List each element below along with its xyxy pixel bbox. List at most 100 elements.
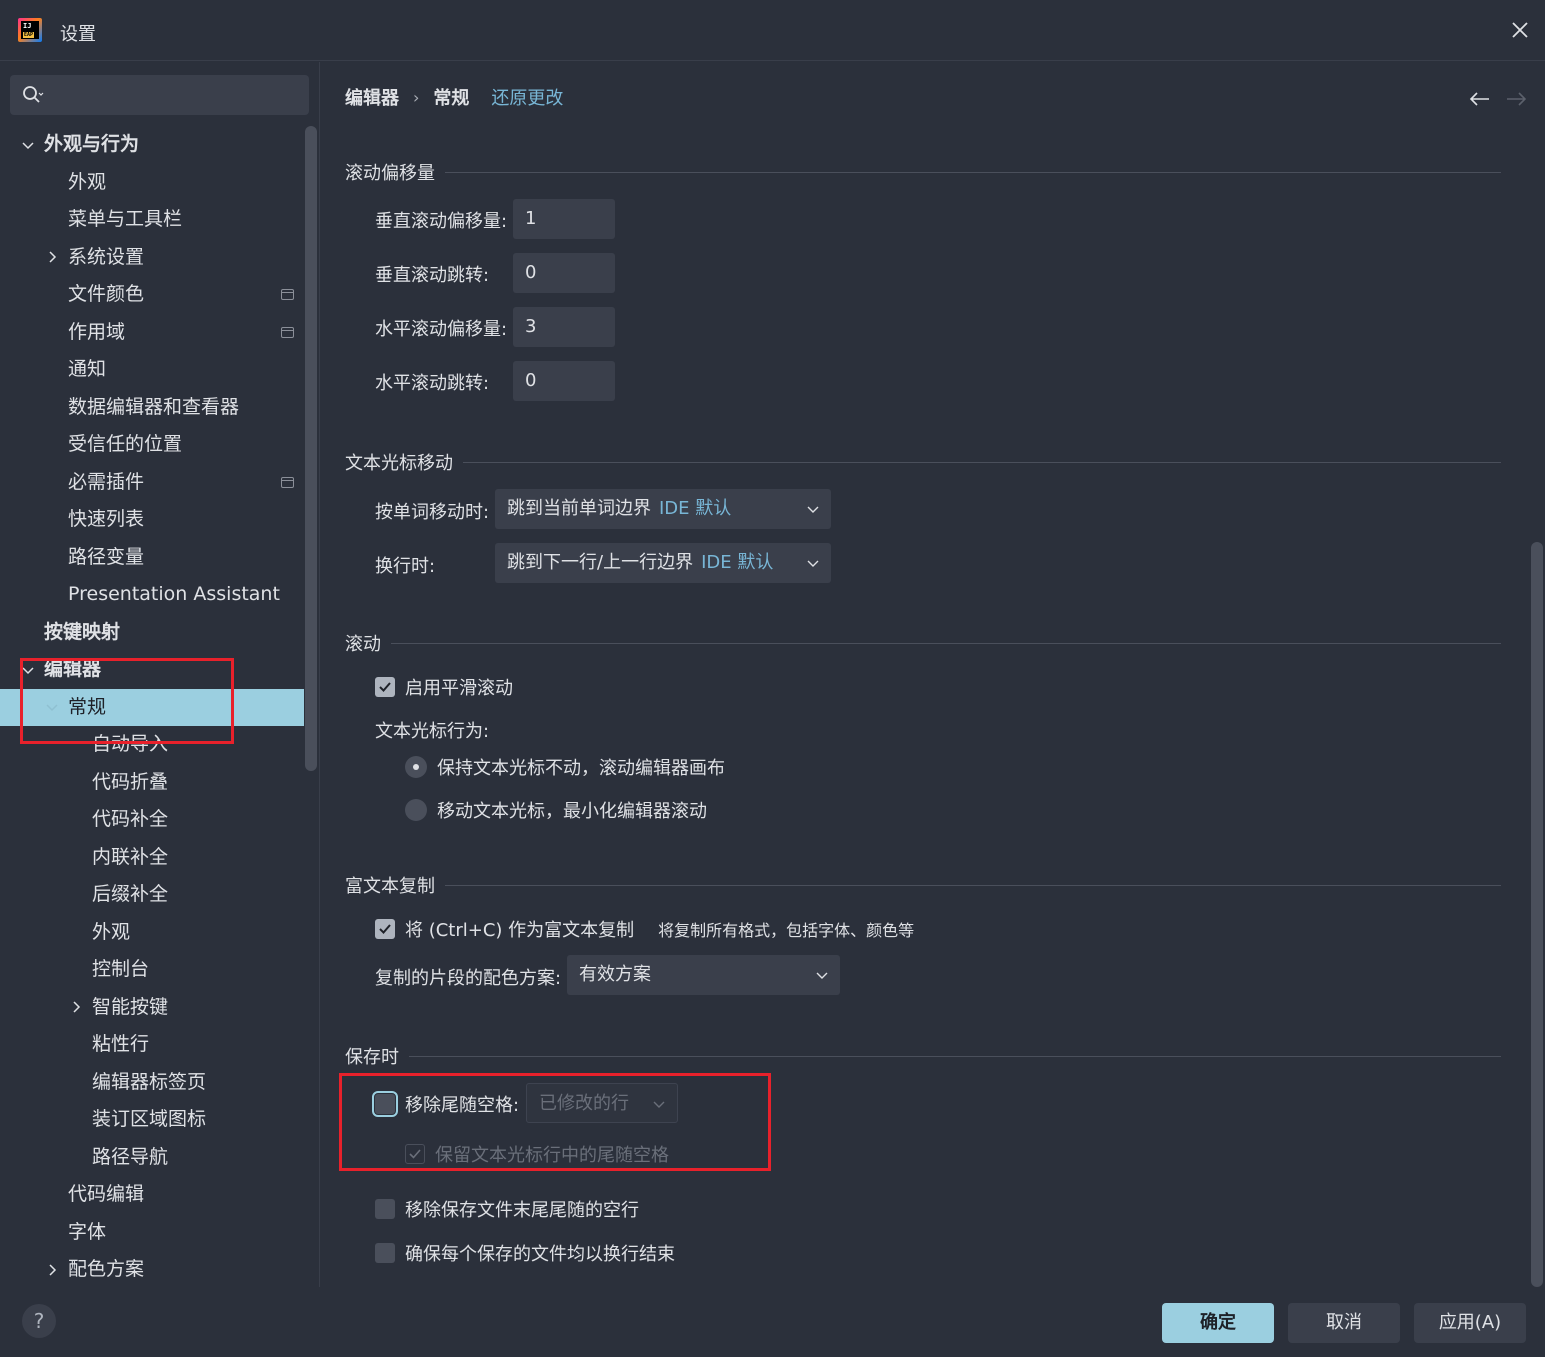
strip-trailing-spaces-checkbox[interactable]: [372, 1091, 398, 1117]
remove-blank-lines-label: 移除保存文件末尾尾随的空行: [405, 1200, 639, 1221]
breadcrumb-parent[interactable]: 编辑器: [345, 84, 399, 110]
rich-copy-note: 将复制所有格式，包括字体、颜色等: [658, 921, 915, 940]
vertical-scroll-jump-input[interactable]: 0: [513, 253, 615, 293]
word-movement-dropdown[interactable]: 跳到当前单词边界 IDE 默认: [495, 489, 831, 529]
keep-trailing-spaces-checkbox[interactable]: [405, 1144, 425, 1164]
vertical-scroll-offset-input[interactable]: 1: [513, 199, 615, 239]
sidebar-item-label: 内联补全: [92, 845, 169, 868]
sidebar-item[interactable]: 外观与行为: [0, 126, 304, 164]
sidebar-item[interactable]: 控制台: [0, 951, 304, 989]
sidebar-item[interactable]: 后缀补全: [0, 876, 304, 914]
sidebar-item[interactable]: 代码补全: [0, 801, 304, 839]
sidebar-item[interactable]: 自动导入: [0, 726, 304, 764]
content-scrollbar[interactable]: [1531, 542, 1543, 1287]
sidebar-item[interactable]: 路径导航: [0, 1139, 304, 1177]
keep-trailing-spaces-option[interactable]: 保留文本光标行中的尾随空格: [405, 1141, 669, 1167]
horizontal-scroll-jump-input[interactable]: 0: [513, 361, 615, 401]
sidebar-item[interactable]: 字体: [0, 1214, 304, 1252]
keep-caret-radio[interactable]: [405, 756, 427, 778]
strip-trailing-spaces-dropdown[interactable]: 已修改的行: [526, 1083, 678, 1123]
sidebar-item-label: 控制台: [92, 958, 150, 980]
chevron-down-icon[interactable]: [44, 689, 60, 727]
sidebar-item-label: 编辑器: [44, 658, 102, 680]
forward-arrow-icon[interactable]: [1505, 90, 1529, 108]
sidebar-item-label: 外观: [68, 170, 107, 193]
apply-button[interactable]: 应用(A): [1414, 1303, 1526, 1343]
remove-blank-lines-checkbox[interactable]: [375, 1199, 395, 1219]
sidebar-item[interactable]: 菜单与工具栏: [0, 201, 304, 239]
sidebar-item[interactable]: 编辑器: [0, 651, 304, 689]
sidebar-item-label: 作用域: [68, 320, 126, 343]
keep-caret-label: 保持文本光标不动，滚动编辑器画布: [437, 758, 725, 779]
sidebar-item-label: 快速列表: [68, 508, 145, 530]
line-movement-dropdown[interactable]: 跳到下一行/上一行边界 IDE 默认: [495, 543, 831, 583]
ensure-newline-option[interactable]: 确保每个保存的文件均以换行结束: [375, 1240, 675, 1266]
move-caret-radio[interactable]: [405, 799, 427, 821]
sidebar-item-label: 路径变量: [68, 545, 145, 568]
chevron-down-icon[interactable]: [20, 651, 36, 689]
sidebar-item[interactable]: 必需插件: [0, 464, 304, 502]
copy-scheme-dropdown[interactable]: 有效方案: [567, 955, 840, 995]
ok-button[interactable]: 确定: [1162, 1303, 1274, 1343]
search-box[interactable]: [10, 75, 309, 115]
smooth-scrolling-option[interactable]: 启用平滑滚动: [375, 674, 513, 700]
sidebar-item[interactable]: 作用域: [0, 314, 304, 352]
sidebar-item[interactable]: 路径变量: [0, 539, 304, 577]
cancel-button[interactable]: 取消: [1288, 1303, 1400, 1343]
ensure-newline-checkbox[interactable]: [375, 1243, 395, 1263]
dropdown-value: 跳到下一行/上一行边界: [507, 552, 694, 573]
sidebar-item[interactable]: 按键映射: [0, 614, 304, 652]
sidebar-item[interactable]: 配色方案: [0, 1251, 304, 1287]
chevron-right-icon[interactable]: [44, 239, 60, 277]
sidebar-item[interactable]: 通知: [0, 351, 304, 389]
smooth-scrolling-checkbox[interactable]: [375, 677, 395, 697]
close-button[interactable]: [1505, 15, 1535, 45]
search-input[interactable]: [56, 81, 296, 109]
strip-trailing-spaces-option[interactable]: 移除尾随空格:: [372, 1091, 519, 1117]
copy-scheme-label: 复制的片段的配色方案:: [375, 968, 562, 989]
section-scroll-offset: 滚动偏移量: [345, 159, 1501, 185]
sidebar-item[interactable]: 智能按键: [0, 989, 304, 1027]
history-navigation: [1467, 90, 1529, 108]
dropdown-value: 跳到当前单词边界: [507, 498, 651, 519]
help-button[interactable]: ?: [22, 1304, 56, 1338]
chevron-down-icon: [807, 506, 819, 513]
chevron-right-icon[interactable]: [68, 989, 84, 1027]
sidebar-item[interactable]: 文件颜色: [0, 276, 304, 314]
section-title: 富文本复制: [345, 876, 435, 897]
sidebar-item[interactable]: 外观: [0, 914, 304, 952]
sidebar-item[interactable]: 数据编辑器和查看器: [0, 389, 304, 427]
project-level-icon: [281, 289, 294, 300]
revert-changes-link[interactable]: 还原更改: [491, 84, 563, 110]
chevron-right-icon[interactable]: [44, 1251, 60, 1287]
sidebar-item[interactable]: 常规: [0, 688, 304, 727]
sidebar-item-label: Presentation Assistant: [68, 583, 280, 605]
rich-copy-option[interactable]: 将 (Ctrl+C) 作为富文本复制 将复制所有格式，包括字体、颜色等: [375, 916, 914, 942]
keep-caret-option[interactable]: 保持文本光标不动，滚动编辑器画布: [405, 754, 725, 780]
sidebar-item[interactable]: 内联补全: [0, 839, 304, 877]
move-caret-option[interactable]: 移动文本光标，最小化编辑器滚动: [405, 797, 707, 823]
sidebar-item[interactable]: 代码折叠: [0, 764, 304, 802]
back-arrow-icon[interactable]: [1467, 90, 1491, 108]
remove-blank-lines-option[interactable]: 移除保存文件末尾尾随的空行: [375, 1196, 639, 1222]
chevron-down-icon: [807, 560, 819, 567]
rich-copy-checkbox[interactable]: [375, 919, 395, 939]
sidebar-item-label: 系统设置: [68, 245, 145, 268]
sidebar-item[interactable]: Presentation Assistant: [0, 576, 304, 614]
sidebar-item[interactable]: 快速列表: [0, 501, 304, 539]
keep-trailing-spaces-label: 保留文本光标行中的尾随空格: [435, 1145, 669, 1166]
sidebar-item[interactable]: 粘性行: [0, 1026, 304, 1064]
chevron-down-icon[interactable]: [20, 126, 36, 164]
sidebar-item[interactable]: 装订区域图标: [0, 1101, 304, 1139]
word-movement-label: 按单词移动时:: [375, 502, 490, 523]
sidebar-item[interactable]: 代码编辑: [0, 1176, 304, 1214]
sidebar-item-label: 受信任的位置: [68, 433, 183, 455]
section-scrolling: 滚动: [345, 630, 1501, 656]
sidebar-item[interactable]: 系统设置: [0, 239, 304, 277]
horizontal-scroll-offset-input[interactable]: 3: [513, 307, 615, 347]
sidebar-item-label: 数据编辑器和查看器: [68, 395, 240, 418]
sidebar-scrollbar[interactable]: [305, 126, 317, 771]
sidebar-item[interactable]: 受信任的位置: [0, 426, 304, 464]
sidebar-item[interactable]: 编辑器标签页: [0, 1064, 304, 1102]
sidebar-item[interactable]: 外观: [0, 164, 304, 202]
